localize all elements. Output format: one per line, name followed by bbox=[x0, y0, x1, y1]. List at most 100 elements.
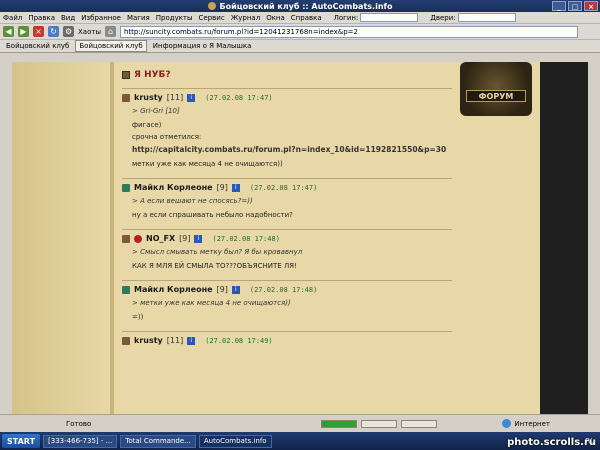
post-quote: > Смысл смывать метку был? Я бы кровавну… bbox=[132, 248, 303, 256]
post-text: ну а если спрашивать небыло надобности? bbox=[132, 211, 293, 219]
post-header: krusty [11] i (27.02.08 17:47) bbox=[122, 93, 452, 102]
task-browser[interactable]: AutoCombats.info bbox=[198, 434, 272, 448]
post-level: [11] bbox=[166, 336, 184, 345]
right-margin bbox=[540, 62, 588, 414]
menu-edit[interactable]: Правка bbox=[28, 14, 55, 22]
home-icon[interactable]: ⌂ bbox=[104, 26, 116, 37]
status-bar: Готово Интернет bbox=[0, 414, 600, 432]
menu-file[interactable]: Файл bbox=[3, 14, 22, 22]
info-icon[interactable]: i bbox=[231, 285, 240, 294]
post-link[interactable]: http://capitalcity.combats.ru/forum.pl?n… bbox=[132, 145, 452, 154]
post-author[interactable]: NO_FX bbox=[146, 234, 175, 243]
security-zone: Интернет bbox=[502, 419, 550, 428]
watermark: photo.scrolls.ru bbox=[507, 437, 596, 448]
post-header: krusty [11] i (27.02.08 17:49) bbox=[122, 336, 452, 345]
login-field-group: Логин: bbox=[334, 13, 419, 22]
parchment-edge bbox=[110, 62, 114, 414]
menu-magic[interactable]: Магия bbox=[127, 14, 150, 22]
close-button[interactable]: × bbox=[584, 1, 598, 11]
menu-journal[interactable]: Журнал bbox=[231, 14, 260, 22]
info-icon[interactable]: i bbox=[187, 336, 196, 345]
info-icon[interactable]: i bbox=[187, 93, 196, 102]
topic-icon bbox=[122, 71, 130, 79]
login-label: Логин: bbox=[333, 13, 359, 22]
post-text: =)) bbox=[132, 313, 144, 321]
clan-icon bbox=[122, 285, 130, 294]
window-controls: _ □ × bbox=[552, 1, 598, 11]
toolbar: ◀ ▶ × ↻ ⚙ Хаоты ⌂ http://suncity.combats… bbox=[0, 24, 600, 40]
menu-windows[interactable]: Окна bbox=[266, 14, 285, 22]
topic-title: Я НУБ? bbox=[134, 70, 171, 80]
clan-icon bbox=[122, 93, 130, 102]
tab-strip: Бойцовский клуб Бойцовский клуб Информац… bbox=[0, 40, 600, 53]
stop-icon[interactable]: × bbox=[33, 26, 44, 37]
post-level: [9] bbox=[216, 183, 228, 192]
title-bar: Бойцовский клуб :: AutoCombats.info _ □ … bbox=[0, 0, 600, 12]
doors-label: Двери: bbox=[430, 13, 456, 22]
post-author[interactable]: krusty bbox=[134, 93, 163, 102]
task-label: [333-466-735] - ... bbox=[48, 437, 113, 445]
task-total-commander[interactable]: Total Commande... bbox=[120, 434, 196, 448]
maximize-button[interactable]: □ bbox=[568, 1, 582, 11]
tab-fight-club-2[interactable]: Бойцовский клуб bbox=[75, 40, 147, 52]
post-quote: > метки уже как месяца 4 не очищаются)) bbox=[132, 299, 291, 307]
clan-icon bbox=[122, 183, 130, 192]
start-button[interactable]: START bbox=[2, 434, 41, 448]
post-level: [9] bbox=[179, 234, 191, 243]
menu-service[interactable]: Сервис bbox=[199, 14, 225, 22]
forum-emblem-label: ФОРУМ bbox=[466, 90, 526, 102]
task-label: Total Commande... bbox=[125, 437, 191, 445]
zone-label: Интернет bbox=[514, 419, 550, 428]
post: Майкл Корлеоне [9] i (27.02.08 17:48) > … bbox=[122, 280, 452, 331]
doors-field-group: Двери: bbox=[430, 13, 516, 22]
post-header: NO_FX [9] i (27.02.08 17:48) bbox=[122, 234, 452, 243]
menu-bar: Файл Правка Вид Избранное Магия Продукты… bbox=[0, 12, 600, 24]
post: Майкл Корлеоне [9] i (27.02.08 17:47) > … bbox=[122, 178, 452, 229]
alignment-icon bbox=[134, 234, 142, 243]
favorites-button[interactable]: Хаоты bbox=[78, 28, 101, 36]
tab-info[interactable]: Информация о Я Малышка bbox=[150, 41, 255, 51]
post-quote: > Gri-Gri [10] bbox=[132, 107, 180, 115]
menu-view[interactable]: Вид bbox=[61, 14, 75, 22]
post-date: (27.02.08 17:48) bbox=[249, 285, 318, 294]
page-content: ФОРУМ Я НУБ? krusty [11] i (27.02.08 17:… bbox=[12, 62, 588, 414]
progress-segment bbox=[401, 419, 438, 428]
tab-fight-club-1[interactable]: Бойцовский клуб bbox=[3, 41, 72, 51]
app-icon bbox=[207, 2, 216, 10]
progress-segment bbox=[361, 419, 398, 428]
post-text: фигасе) bbox=[132, 121, 162, 129]
post: krusty [11] i (27.02.08 17:47) > Gri-Gri… bbox=[122, 88, 452, 178]
post: krusty [11] i (27.02.08 17:49) bbox=[122, 331, 452, 356]
info-icon[interactable]: i bbox=[231, 183, 240, 192]
clan-icon bbox=[122, 336, 130, 345]
back-icon[interactable]: ◀ bbox=[3, 26, 14, 37]
task-icq[interactable]: [333-466-735] - ... bbox=[43, 434, 118, 448]
tools-icon[interactable]: ⚙ bbox=[63, 26, 74, 37]
menu-help[interactable]: Справка bbox=[291, 14, 322, 22]
doors-dropdown[interactable] bbox=[457, 13, 516, 22]
login-dropdown[interactable] bbox=[360, 13, 419, 22]
post-date: (27.02.08 17:47) bbox=[205, 93, 273, 102]
refresh-icon[interactable]: ↻ bbox=[48, 26, 59, 37]
post-header: Майкл Корлеоне [9] i (27.02.08 17:48) bbox=[122, 285, 452, 294]
post-author[interactable]: krusty bbox=[134, 336, 163, 345]
minimize-button[interactable]: _ bbox=[552, 1, 566, 11]
forum-emblem: ФОРУМ bbox=[460, 62, 532, 116]
forward-icon[interactable]: ▶ bbox=[18, 26, 29, 37]
address-bar[interactable]: http://suncity.combats.ru/forum.pl?id=12… bbox=[119, 25, 578, 38]
status-text: Готово bbox=[66, 419, 92, 428]
forum-parchment: ФОРУМ Я НУБ? krusty [11] i (27.02.08 17:… bbox=[12, 62, 540, 414]
window-title: Бойцовский клуб :: AutoCombats.info bbox=[219, 1, 393, 11]
post-quote: > А если вешают не спосясь?=)) bbox=[132, 197, 253, 205]
topic-title-row: Я НУБ? bbox=[122, 70, 452, 80]
menu-products[interactable]: Продукты bbox=[156, 14, 193, 22]
info-icon[interactable]: i bbox=[194, 234, 203, 243]
post-date: (27.02.08 17:49) bbox=[205, 336, 273, 345]
post-text: метки уже как месяца 4 не очищаются)) bbox=[132, 160, 283, 168]
post: NO_FX [9] i (27.02.08 17:48) > Смысл смы… bbox=[122, 229, 452, 280]
clan-icon bbox=[122, 234, 130, 243]
post-author[interactable]: Майкл Корлеоне bbox=[134, 285, 213, 294]
menu-favorites[interactable]: Избранное bbox=[81, 14, 121, 22]
post-text: КАК Я МЛЯ ЕЙ СМЫЛА ТО???ОБЪЯСНИТЕ ЛЯ! bbox=[132, 262, 297, 270]
post-author[interactable]: Майкл Корлеоне bbox=[134, 183, 213, 192]
